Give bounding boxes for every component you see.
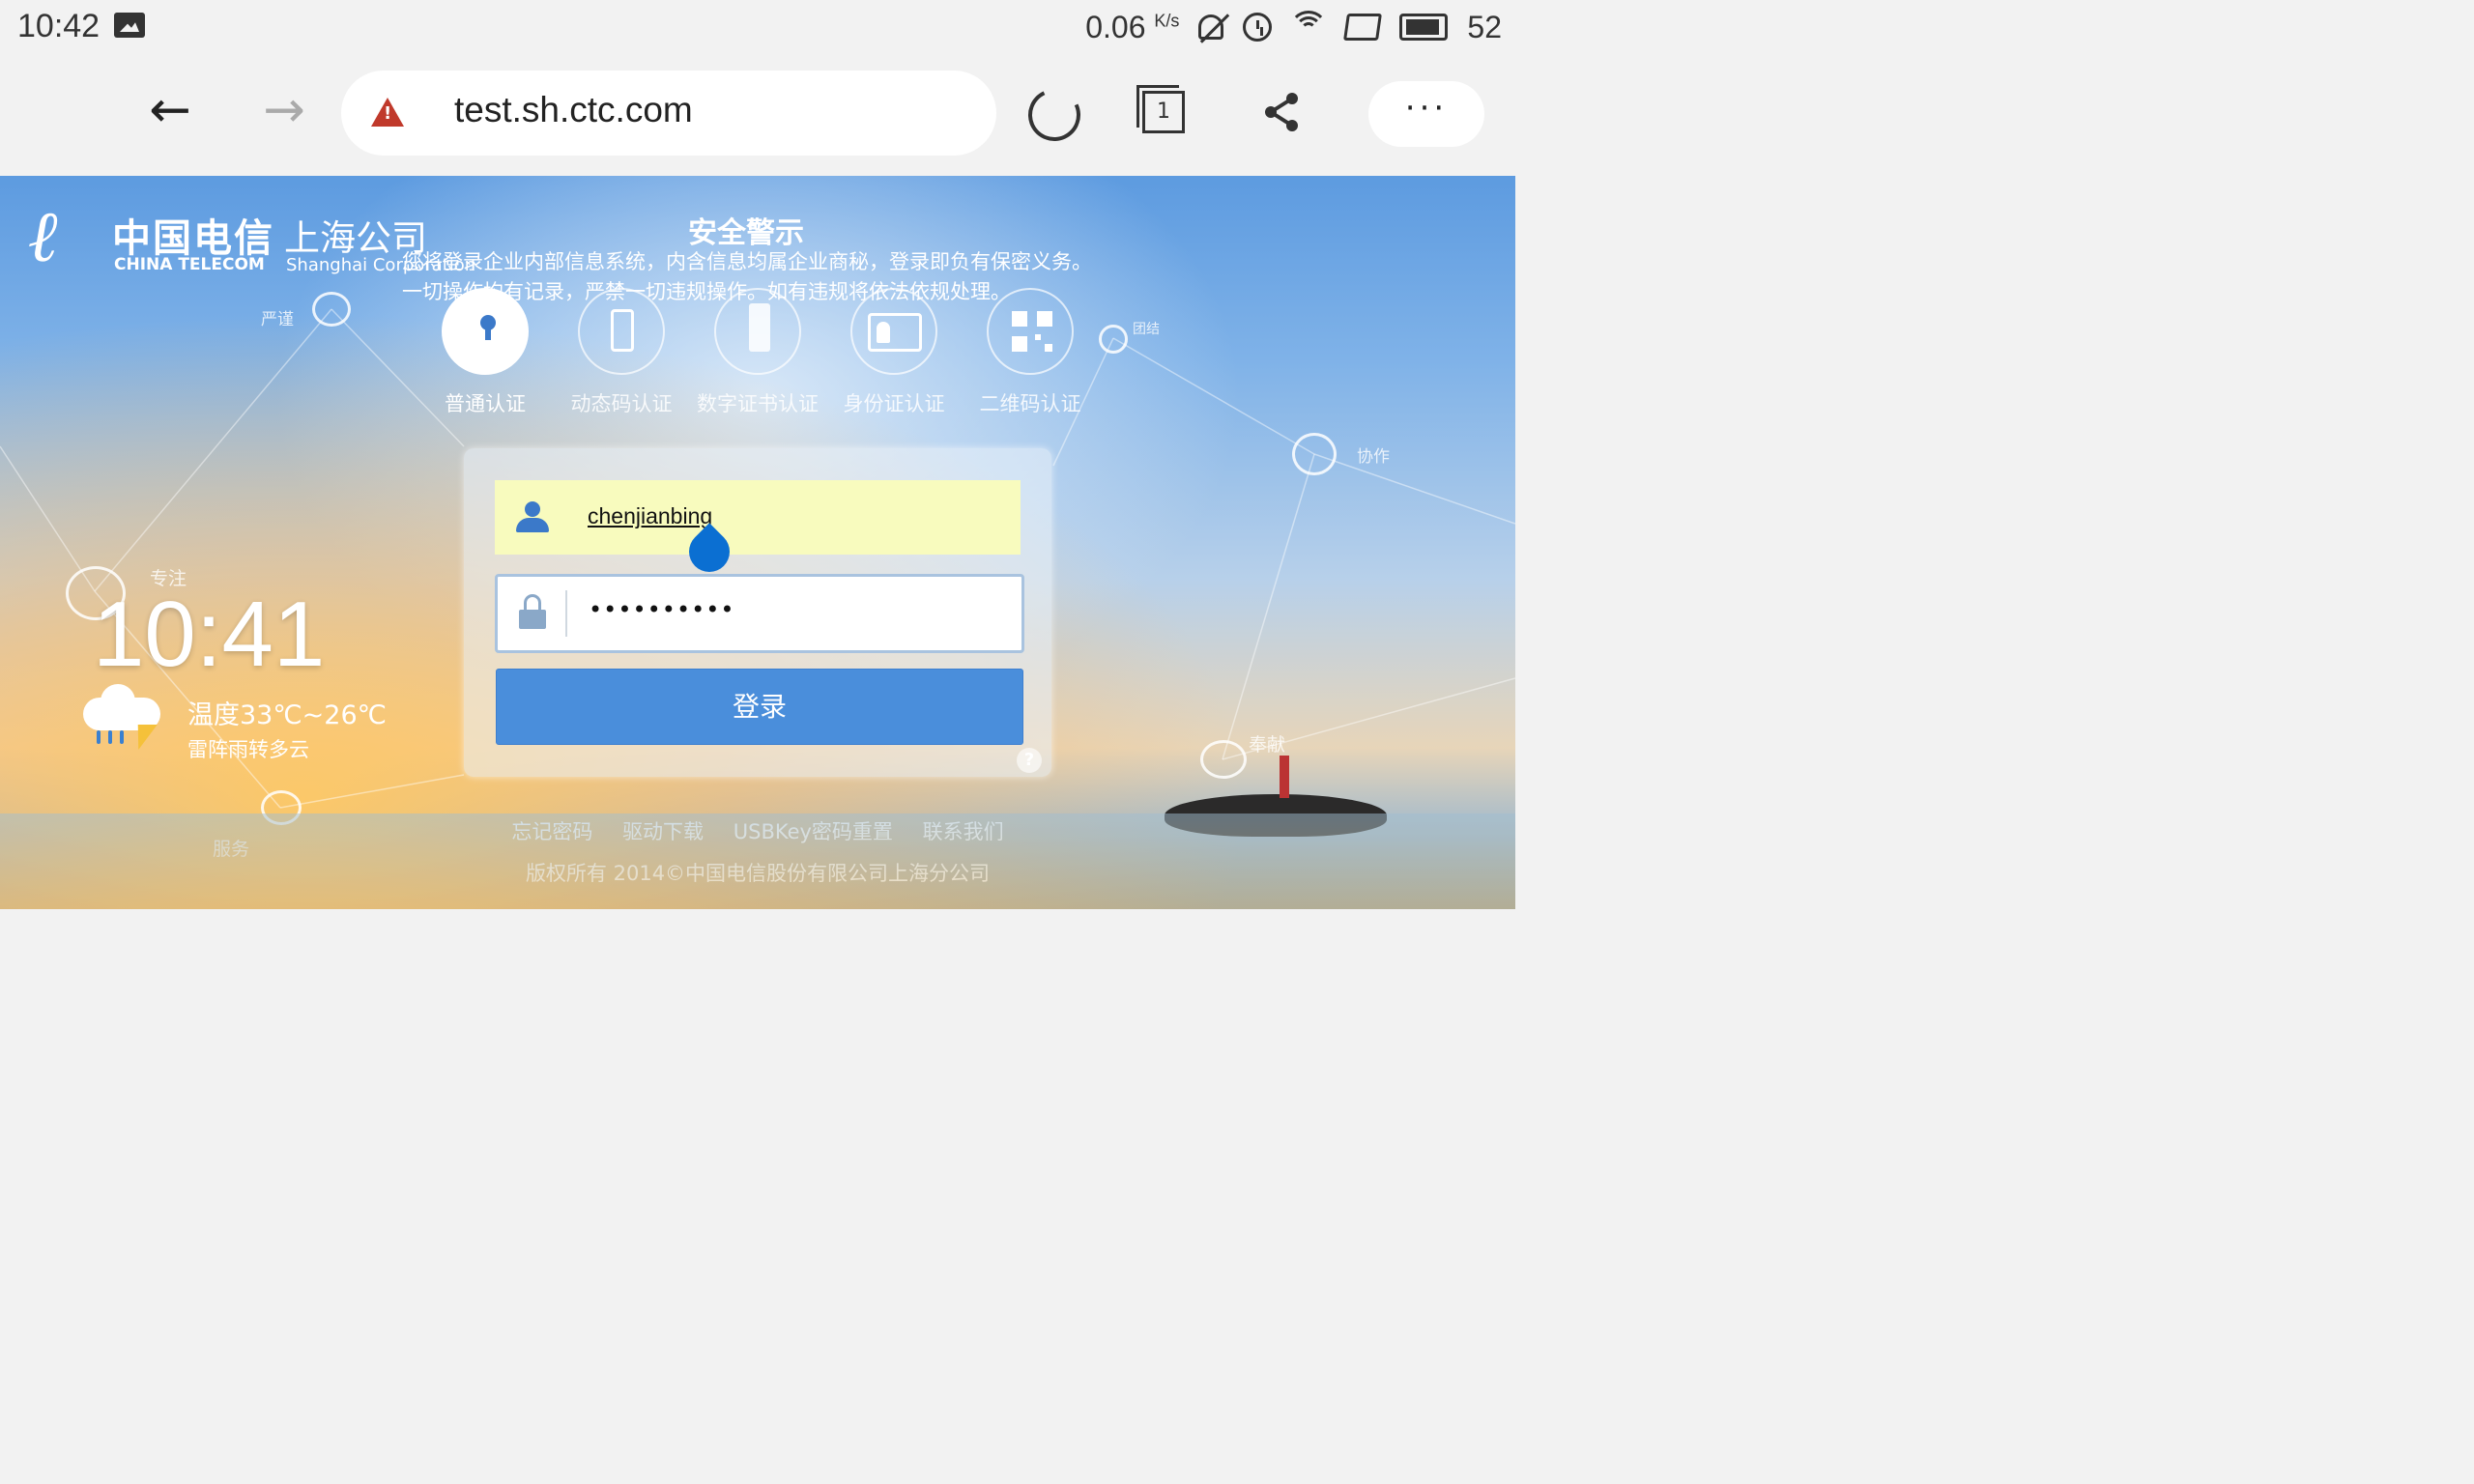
eye-icon [312,292,351,327]
qr-auth-circle [987,288,1074,375]
tab-digital-certificate-auth[interactable]: 数字证书认证 [690,288,825,417]
network-speed: 0.06 K/s [1085,10,1179,45]
lighthouse-image [1280,756,1289,798]
reload-icon[interactable] [1021,81,1088,149]
heart-icon [1200,740,1247,779]
password-field[interactable]: •••••••••• [495,574,1024,653]
deco-label-rigor: 严谨 [261,310,294,329]
forward-arrow-icon: → [263,81,305,139]
key-icon [480,315,496,340]
image-notification-icon [114,13,145,38]
qr-code-icon [1012,311,1052,352]
logo-en-text: CHINA TELECOM [114,255,265,274]
tab-label: 普通认证 [445,392,526,415]
more-menu-button[interactable]: ··· [1368,81,1484,147]
username-field[interactable]: chenjianbing [495,480,1021,555]
battery-level: 52 [1467,9,1502,44]
temperature-range: 温度33℃~26℃ [187,700,387,730]
smile-icon [261,790,302,825]
tab-id-card-auth[interactable]: 身份证认证 [826,288,962,417]
login-page: ℓ 中国电信 CHINA TELECOM 上海公司 Shanghai Corpo… [0,176,1515,909]
back-arrow-icon: ← [149,81,191,139]
username-value[interactable]: chenjianbing [588,503,712,529]
field-divider [565,590,567,637]
wifi-icon [1289,11,1329,42]
url-text[interactable]: test.sh.ctc.com [454,90,693,130]
thunderstorm-icon [83,684,168,752]
usb-key-icon [749,303,770,352]
deco-label-cooperation: 协作 [1357,447,1390,467]
user-icon [516,501,549,532]
status-bar: 10:42 0.06 K/s 52 [0,0,1515,54]
back-button[interactable]: ← [141,81,199,139]
phone-icon [611,309,634,352]
battery-icon [1399,14,1449,41]
network-speed-unit: K/s [1154,10,1180,30]
tab-count: 1 [1157,100,1170,124]
id-card-icon [868,313,922,352]
share-glyph [1265,93,1298,131]
hand-icon [1292,433,1337,475]
footer-links: 忘记密码 驱动下载 USBKey密码重置 联系我们 [0,816,1515,845]
contact-us-link[interactable]: 联系我们 [923,820,1004,843]
normal-auth-circle [442,288,529,375]
deco-label-dedication: 奉献 [1249,734,1286,756]
address-bar[interactable]: test.sh.ctc.com [341,71,996,156]
share-icon[interactable] [1261,91,1304,133]
login-form: chenjianbing •••••••••• 登录 ? [464,448,1051,777]
tab-label: 动态码认证 [570,392,673,415]
login-button[interactable]: 登录 [496,669,1023,745]
tab-qr-code-auth[interactable]: 二维码认证 [963,288,1098,417]
rotation-lock-icon [1343,14,1383,41]
lock-icon [519,594,546,629]
tabs-button[interactable]: 1 [1136,85,1185,133]
tab-label: 二维码认证 [979,392,1081,415]
usbkey-password-reset-link[interactable]: USBKey密码重置 [734,820,893,843]
security-warning-title: 安全警示 [688,216,804,250]
tab-label: 数字证书认证 [697,392,819,415]
forgot-password-link[interactable]: 忘记密码 [511,820,592,843]
alarm-icon [1243,13,1273,42]
tab-dynamic-code-auth[interactable]: 动态码认证 [554,288,689,417]
tab-normal-auth[interactable]: 普通认证 [417,288,553,417]
network-speed-value: 0.06 [1085,9,1146,44]
driver-download-link[interactable]: 驱动下载 [622,820,704,843]
deco-label-unity: 团结 [1133,322,1160,337]
status-time: 10:42 [17,8,101,44]
not-secure-warning-icon[interactable] [371,98,404,127]
copyright-text: 版权所有 2014©中国电信股份有限公司上海分公司 [525,862,991,885]
deco-label-service: 服务 [213,839,250,860]
certificate-auth-circle [714,288,801,375]
dynamic-code-auth-circle [578,288,665,375]
tab-label: 身份证认证 [843,392,945,415]
help-icon[interactable]: ? [1017,748,1042,773]
id-card-auth-circle [850,288,937,375]
clock-time: 10:41 [93,583,326,686]
island-image [1165,794,1387,837]
password-value[interactable]: •••••••••• [589,596,735,623]
browser-toolbar: ← → test.sh.ctc.com 1 ··· [0,54,1515,176]
mute-icon [1198,14,1224,40]
team-icon [1099,325,1128,354]
forward-button[interactable]: → [255,81,313,139]
weather-condition: 雷阵雨转多云 [187,738,309,761]
